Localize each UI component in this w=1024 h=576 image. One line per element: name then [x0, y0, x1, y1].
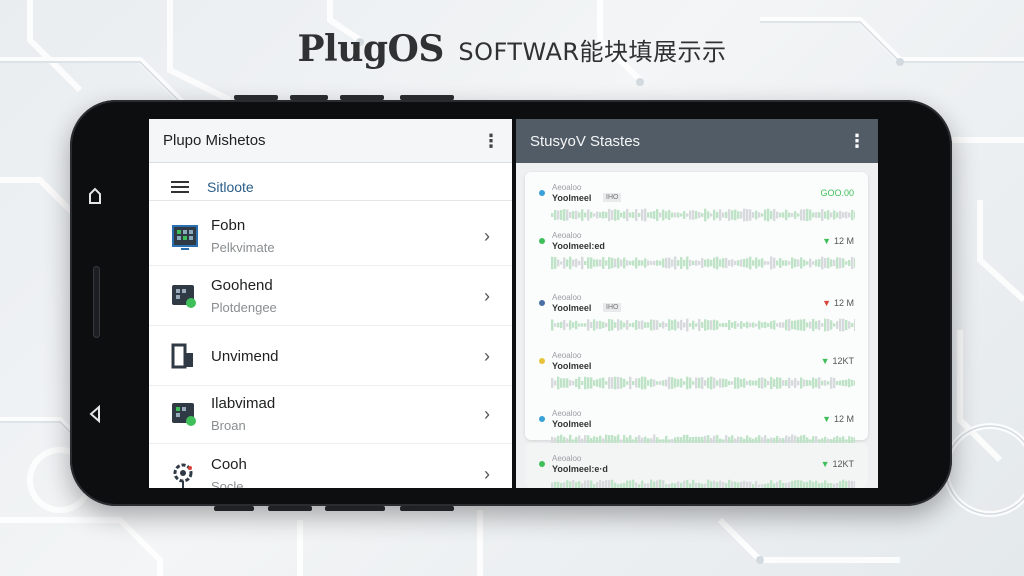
row-label: Yoolmeel: [552, 419, 592, 429]
home-icon[interactable]: [85, 186, 105, 206]
row-tag: IHO: [603, 303, 622, 312]
right-panel-title: StusyoV Stastes: [530, 132, 641, 150]
row-value: 12 M: [833, 414, 854, 424]
trend-up-icon: ▼: [822, 414, 831, 424]
list-item-cooh[interactable]: Cooh Socle ›: [149, 445, 512, 488]
chevron-right-icon: ›: [484, 285, 490, 306]
phone-side-button: [268, 506, 312, 511]
row-value-wrap: GOO.00: [820, 188, 854, 198]
row-tag: IHO: [603, 193, 622, 202]
activity-sparkline: [551, 479, 855, 488]
status-card-overflow: Aeoaloo Yoolmeel:e·d ▼ 12KT: [525, 443, 868, 488]
item-subtitle: Pelkvimate: [211, 240, 275, 255]
item-title: Ilabvimad: [211, 395, 276, 412]
status-dot-icon: [539, 358, 545, 364]
trend-up-icon: ▼: [822, 236, 831, 246]
row-name: Aeoaloo: [552, 183, 582, 192]
brand-logo: PlugOS: [297, 28, 444, 70]
row-name: Aeoaloo: [552, 351, 582, 360]
chevron-right-icon: ›: [484, 345, 490, 366]
phone-screen: Plupo Mishetos ⋮ Sitloote Fobn Pelkvimat…: [149, 119, 878, 488]
row-value-wrap: ▼ 12 M: [822, 298, 854, 308]
list-item-fobn[interactable]: Fobn Pelkvimate ›: [149, 207, 512, 266]
row-name: Aeoaloo: [552, 454, 582, 463]
app-grid-icon: [171, 401, 197, 427]
status-dot-icon: [539, 300, 545, 306]
phone-side-button: [325, 506, 385, 511]
item-subtitle: Socle: [211, 478, 244, 489]
chevron-right-icon: ›: [484, 225, 490, 246]
list-item-ilabvimad[interactable]: Ilabvimad Broan ›: [149, 385, 512, 444]
status-row[interactable]: Aeoaloo Yoolmeel:e·d ▼ 12KT: [525, 451, 868, 488]
row-label: Yoolmeel:ed: [552, 241, 605, 251]
left-app-bar: Plupo Mishetos ⋮: [149, 119, 512, 163]
item-subtitle: Plotdengee: [211, 300, 277, 315]
trend-up-icon: ▼: [820, 459, 830, 469]
left-panel-title: Plupo Mishetos: [163, 132, 266, 149]
hamburger-menu-icon[interactable]: [171, 178, 189, 196]
right-panel: StusyoV Stastes ⋮ Aeoaloo Yoolmeel IHO GOO.…: [516, 119, 878, 488]
activity-sparkline: [551, 256, 855, 270]
row-value-wrap: ▼ 12 M: [822, 236, 854, 246]
left-subheader: Sitloote: [149, 173, 512, 201]
item-title: Unvimend: [211, 347, 279, 365]
trend-up-icon: ▼: [820, 356, 830, 366]
status-dot-icon: [539, 416, 545, 422]
headline: PlugOS SOFTWAR能块填展示示: [0, 28, 1024, 70]
row-label: Yoolmeel: [552, 193, 592, 203]
item-subtitle: Broan: [211, 418, 246, 433]
row-value-wrap: ▼ 12KT: [821, 459, 854, 469]
status-dot-icon: [539, 238, 545, 244]
row-name: Aeoaloo: [552, 293, 582, 302]
app-grid-icon: [171, 283, 197, 309]
item-title: Fobn: [211, 217, 246, 234]
kebab-menu-icon[interactable]: ⋮: [848, 132, 866, 150]
right-app-bar: StusyoV Stastes ⋮: [516, 119, 878, 163]
subheader-label: Sitloote: [207, 178, 254, 195]
row-label: Yoolmeel: [552, 361, 592, 371]
gear-pin-icon: [171, 462, 197, 488]
row-value-wrap: ▼ 12KT: [821, 356, 854, 366]
status-card: Aeoaloo Yoolmeel IHO GOO.00 Aeoaloo Yoolmeel:…: [525, 172, 868, 448]
chevron-right-icon: ›: [484, 464, 490, 484]
status-row[interactable]: Aeoaloo Yoolmeel ▼ 12KT: [525, 348, 868, 398]
back-icon[interactable]: [85, 404, 105, 424]
row-label: Yoolmeel:e·d: [552, 464, 608, 474]
status-row[interactable]: Aeoaloo Yoolmeel:ed ▼ 12 M: [525, 228, 868, 278]
row-value: 12 M: [833, 298, 854, 308]
row-value: 12KT: [832, 459, 854, 469]
list-item-unvimend[interactable]: Unvimend ›: [149, 327, 512, 386]
status-row[interactable]: Aeoaloo Yoolmeel IHO ▼ 12 M: [525, 290, 868, 340]
list-item-goohend[interactable]: Goohend Plotdengee ›: [149, 267, 512, 326]
status-row[interactable]: Aeoaloo Yoolmeel IHO GOO.00: [525, 180, 868, 230]
status-dot-icon: [539, 190, 545, 196]
chevron-right-icon: ›: [484, 403, 490, 424]
status-dot-icon: [539, 461, 545, 467]
left-panel: Plupo Mishetos ⋮ Sitloote Fobn Pelkvimat…: [149, 119, 512, 488]
row-value: 12KT: [832, 356, 854, 366]
row-value: GOO.00: [820, 188, 854, 198]
headline-subtitle: SOFTWAR能块填展示示: [458, 37, 727, 66]
activity-sparkline: [551, 376, 855, 390]
activity-sparkline: [551, 318, 855, 332]
row-label: Yoolmeel: [552, 303, 592, 313]
speaker-grille: [93, 266, 100, 338]
kebab-menu-icon[interactable]: ⋮: [482, 132, 500, 150]
row-name: Aeoaloo: [552, 231, 582, 240]
phone-side-button: [214, 506, 254, 511]
trend-down-icon: ▼: [822, 298, 831, 308]
monitor-icon: [171, 223, 198, 250]
item-title: Cooh: [211, 455, 247, 473]
row-value: 12 M: [833, 236, 854, 246]
row-name: Aeoaloo: [552, 409, 582, 418]
row-value-wrap: ▼ 12 M: [822, 414, 854, 424]
activity-sparkline: [551, 208, 855, 222]
phone-device-icon: [171, 343, 197, 369]
item-title: Goohend: [211, 277, 273, 294]
phone-side-button: [400, 506, 454, 511]
